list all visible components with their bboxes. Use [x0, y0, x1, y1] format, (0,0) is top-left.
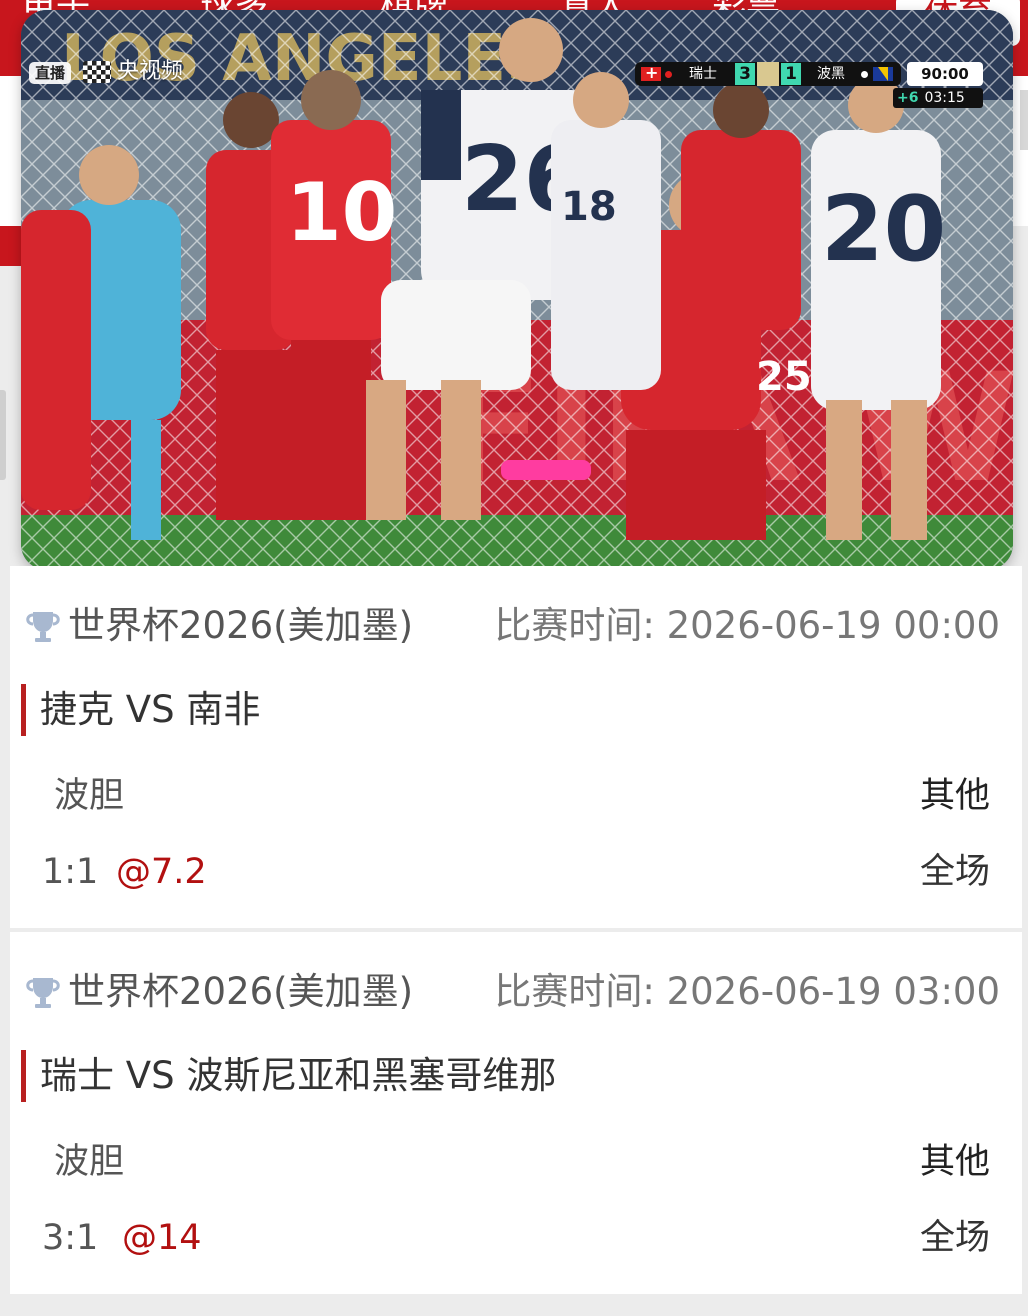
side-handle[interactable]: [0, 390, 6, 480]
trophy-icon: [26, 612, 60, 642]
league-name: 世界杯2026(美加墨): [68, 604, 414, 647]
bet-period: 全场: [919, 852, 990, 892]
video-frame: LOS ANGELES FIFA WO 10 25 26 1: [21, 10, 1013, 570]
league-row: 世界杯2026(美加墨) 比赛时间: 2026-06-19 00:00: [24, 604, 1000, 648]
match-card[interactable]: 世界杯2026(美加墨) 比赛时间: 2026-06-19 00:00 捷克 V…: [10, 566, 1022, 928]
league-name: 世界杯2026(美加墨): [68, 970, 414, 1013]
home-team: 瑞士: [689, 66, 717, 82]
channel-name: 央视频: [117, 59, 184, 84]
added-clock: 03:15: [924, 90, 965, 106]
home-score: 3: [735, 63, 755, 85]
other-label: 其他: [919, 1142, 990, 1182]
away-score: 1: [781, 63, 801, 85]
teams-row: 捷克 VS 南非: [21, 684, 921, 736]
bet-score: 3:1: [42, 1218, 99, 1258]
teams-label: 捷克 VS 南非: [40, 688, 261, 731]
added-minutes: +6: [897, 90, 919, 106]
video-player[interactable]: LOS ANGELES FIFA WO 10 25 26 1: [21, 10, 1013, 570]
trophy-icon: [26, 978, 60, 1008]
svg-text:10: 10: [286, 166, 397, 259]
swiss-flag-icon: [641, 61, 661, 85]
match-clock: 90:00: [907, 62, 983, 86]
teams-label: 瑞士 VS 波斯尼亚和黑塞哥维那: [40, 1054, 557, 1097]
accent-strip: [0, 226, 22, 266]
bosnia-flag-icon: [873, 67, 893, 81]
scoreboard: 瑞士 3 1 波黑: [635, 61, 901, 86]
side-handle-right[interactable]: [1020, 90, 1028, 150]
accent-bar: [21, 684, 26, 736]
other-label: 其他: [919, 776, 990, 816]
away-team: 波黑: [817, 66, 845, 82]
channel-logo: 央视频: [83, 58, 183, 86]
match-time: 比赛时间: 2026-06-19 03:00: [494, 970, 1000, 1013]
added-time: +6 03:15: [893, 88, 983, 108]
bet-type: 波胆: [54, 776, 125, 816]
cctv-logo-icon: [83, 61, 111, 83]
match-card[interactable]: 世界杯2026(美加墨) 比赛时间: 2026-06-19 03:00 瑞士 V…: [10, 932, 1022, 1294]
dot-icon: [861, 71, 868, 78]
red-card-icon: [665, 71, 672, 78]
teams-row: 瑞士 VS 波斯尼亚和黑塞哥维那: [21, 1050, 921, 1102]
trophy-icon: [757, 62, 779, 86]
bet-odds: @14: [122, 1218, 202, 1258]
league-row: 世界杯2026(美加墨) 比赛时间: 2026-06-19 03:00: [24, 970, 1000, 1014]
accent-bar: [21, 1050, 26, 1102]
match-time: 比赛时间: 2026-06-19 00:00: [494, 604, 1000, 647]
bet-odds: @7.2: [116, 852, 207, 892]
svg-text:25: 25: [756, 354, 812, 400]
svg-text:18: 18: [561, 184, 617, 230]
live-badge: 直播: [29, 62, 72, 84]
bet-period: 全场: [919, 1218, 990, 1258]
bet-score: 1:1: [42, 852, 99, 892]
bet-type: 波胆: [54, 1142, 125, 1182]
svg-text:20: 20: [821, 177, 946, 282]
